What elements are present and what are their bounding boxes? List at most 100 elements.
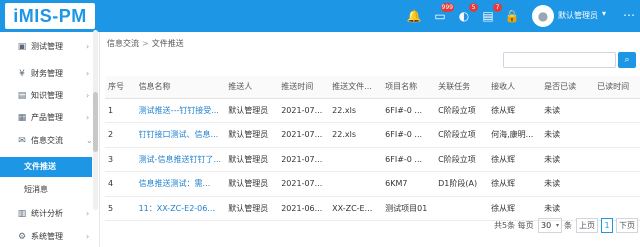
chart-icon: ▥ bbox=[17, 209, 27, 219]
cell-index: 4 bbox=[105, 171, 136, 197]
col-info-name[interactable]: 信息名称 bbox=[135, 76, 226, 99]
chevron-right-icon: › bbox=[86, 69, 90, 78]
cell-info-name-link[interactable]: 11：XX-ZC-E2-06... bbox=[135, 196, 226, 221]
sidebar-item-knowledge[interactable]: ▤ 知识管理 › bbox=[0, 85, 100, 107]
app-logo[interactable]: iMIS-PM bbox=[5, 3, 95, 29]
chevron-down-icon: ⌄ bbox=[86, 136, 93, 145]
cell-pusher: 默认管理员 bbox=[225, 147, 279, 172]
table-row[interactable]: 4 信息推送测试：需... 默认管理员 2021-07... 6KM7 D1阶段… bbox=[105, 171, 640, 197]
notice-icon[interactable]: ◐ 5 bbox=[456, 3, 478, 24]
chevron-right-icon: › bbox=[86, 91, 90, 100]
cell-read-time bbox=[594, 196, 640, 221]
cell-project-name: 6FI#-0 ... bbox=[382, 147, 436, 172]
table-header-row: 序号 信息名称 推送人 推送时间 推送文件... 项目名称 关联任务 接收人 是… bbox=[105, 76, 640, 99]
chevron-down-icon: ▾ bbox=[555, 222, 559, 229]
col-read-time[interactable]: 已读时间 bbox=[594, 76, 640, 99]
sidebar-item-finance[interactable]: ¥ 财务管理 › bbox=[0, 63, 100, 85]
cell-project-name: 6KM7 bbox=[382, 171, 436, 197]
prev-page-button[interactable]: 上页 bbox=[576, 218, 598, 233]
chevron-right-icon: › bbox=[86, 113, 90, 122]
message-badge: 999 bbox=[440, 3, 454, 12]
next-page-button[interactable]: 下页 bbox=[616, 218, 638, 233]
sidebar-item-label: 测试管理 bbox=[31, 42, 63, 51]
cell-related-task bbox=[435, 196, 489, 221]
cell-project-name: 6FI#-0 ... bbox=[382, 122, 436, 148]
sidebar-item-info-exchange[interactable]: ✉ 信息交流 ⌄ bbox=[0, 130, 100, 152]
sidebar-item-label: 知识管理 bbox=[31, 91, 63, 100]
sidebar-subitem-file-push[interactable]: 文件推送 bbox=[0, 157, 92, 177]
mail-icon[interactable]: ▤ 7 bbox=[480, 3, 502, 24]
user-name[interactable]: 默认管理员 bbox=[558, 10, 598, 21]
bell-icon[interactable]: 🔔 bbox=[406, 8, 422, 24]
sidebar-scrollbar-thumb[interactable] bbox=[93, 92, 98, 152]
user-avatar[interactable]: ● bbox=[532, 5, 554, 27]
sidebar-item-product[interactable]: ▦ 产品管理 › bbox=[0, 107, 100, 129]
sidebar-item-system[interactable]: ⚙ 系统管理 › bbox=[0, 226, 100, 247]
lock-icon[interactable]: 🔒 bbox=[504, 8, 520, 24]
cell-receiver: 徐从辉 bbox=[488, 171, 542, 197]
cell-read-status: 未读 bbox=[541, 122, 595, 148]
cell-info-name-link[interactable]: 测试-信息推送钉钉了... bbox=[135, 147, 226, 172]
current-page-button[interactable]: 1 bbox=[601, 218, 613, 233]
search-icon: ⌕ bbox=[624, 55, 630, 65]
page-size-select[interactable]: 30 ▾ bbox=[538, 218, 562, 233]
cell-read-status: 未读 bbox=[541, 171, 595, 197]
gear-icon: ⚙ bbox=[17, 232, 27, 242]
cell-read-time bbox=[594, 171, 640, 197]
cell-info-name-link[interactable]: 信息推送测试：需... bbox=[135, 171, 226, 197]
chevron-right-icon: › bbox=[86, 42, 90, 51]
search-button[interactable]: ⌕ bbox=[618, 52, 636, 68]
chevron-right-icon: › bbox=[86, 232, 90, 241]
more-icon[interactable]: ⋯ bbox=[623, 8, 635, 22]
breadcrumb-parent[interactable]: 信息交流 bbox=[107, 39, 139, 48]
cell-push-time: 2021-07... bbox=[278, 122, 330, 148]
cell-info-name-link[interactable]: 钉钉接口测试、信息... bbox=[135, 122, 226, 148]
cell-receiver: 徐从辉 bbox=[488, 196, 542, 221]
table-row[interactable]: 2 钉钉接口测试、信息... 默认管理员 2021-07... 22.xls 6… bbox=[105, 122, 640, 148]
col-push-time[interactable]: 推送时间 bbox=[278, 76, 330, 99]
table-row[interactable]: 5 11：XX-ZC-E2-06... 默认管理员 2021-06... XX-… bbox=[105, 196, 640, 221]
cell-push-file: 22.xls bbox=[329, 98, 383, 123]
col-pusher[interactable]: 推送人 bbox=[225, 76, 279, 99]
cell-read-time bbox=[594, 122, 640, 148]
cell-info-name-link[interactable]: 测试推送---钉钉接受... bbox=[135, 98, 226, 123]
cell-push-file: 22.xls bbox=[329, 122, 383, 148]
breadcrumb-separator: > bbox=[142, 39, 149, 48]
col-read-status[interactable]: 是否已读 bbox=[541, 76, 595, 99]
cell-index: 3 bbox=[105, 147, 136, 172]
cell-project-name: 测试项目01 bbox=[382, 196, 436, 221]
sidebar-subitem-label: 文件推送 bbox=[24, 162, 56, 171]
cell-read-status: 未读 bbox=[541, 98, 595, 123]
knowledge-icon: ▤ bbox=[17, 91, 27, 101]
message-icon[interactable]: ▭ 999 bbox=[432, 3, 454, 24]
col-project-name[interactable]: 项目名称 bbox=[382, 76, 436, 99]
sidebar-item-label: 信息交流 bbox=[31, 136, 63, 145]
col-index[interactable]: 序号 bbox=[105, 76, 136, 99]
search-input[interactable] bbox=[503, 52, 616, 68]
finance-icon: ¥ bbox=[19, 69, 25, 79]
sidebar-subitem-short-message[interactable]: 短消息 bbox=[0, 180, 92, 200]
table-row[interactable]: 1 测试推送---钉钉接受... 默认管理员 2021-07... 22.xls… bbox=[105, 98, 640, 123]
col-related-task[interactable]: 关联任务 bbox=[435, 76, 489, 99]
pager-total: 共5条 每页 bbox=[494, 221, 534, 230]
breadcrumb: 信息交流 > 文件推送 bbox=[107, 38, 184, 49]
cell-pusher: 默认管理员 bbox=[225, 196, 279, 221]
sidebar-item-statistics[interactable]: ▥ 统计分析 › bbox=[0, 203, 100, 225]
cell-read-time bbox=[594, 147, 640, 172]
sidebar-item-label: 系统管理 bbox=[31, 232, 63, 241]
table-row[interactable]: 3 测试-信息推送钉钉了... 默认管理员 2021-07... 6FI#-0 … bbox=[105, 147, 640, 172]
cell-index: 2 bbox=[105, 122, 136, 148]
chevron-down-icon[interactable]: ▾ bbox=[602, 9, 606, 18]
breadcrumb-current: 文件推送 bbox=[151, 39, 184, 48]
cell-push-file bbox=[329, 171, 383, 197]
col-receiver[interactable]: 接收人 bbox=[488, 76, 542, 99]
col-push-file[interactable]: 推送文件... bbox=[329, 76, 383, 99]
cell-push-time: 2021-07... bbox=[278, 98, 330, 123]
product-icon: ▦ bbox=[17, 113, 27, 123]
sidebar-item-test-management[interactable]: ▣ 测试管理 › bbox=[0, 36, 100, 58]
cell-push-file: XX-ZC-E... bbox=[329, 196, 383, 221]
cell-related-task: C阶段立项 bbox=[435, 147, 489, 172]
sidebar-item-label: 统计分析 bbox=[31, 209, 63, 218]
page-size-value: 30 bbox=[541, 221, 552, 230]
top-bar: iMIS-PM 🔔 ▭ 999 ◐ 5 ▤ 7 🔒 ● 默认管理员 ▾ ⋯ bbox=[0, 0, 640, 32]
